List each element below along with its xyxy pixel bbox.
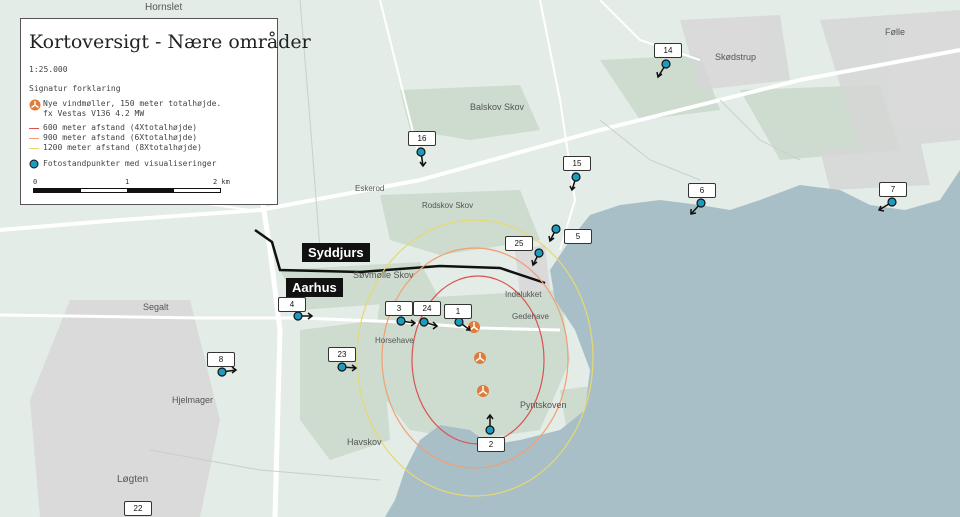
legend-photo-points: Fotostandpunkter med visualiseringer	[43, 159, 217, 168]
legend-dist-600: 600 meter afstand (4Xtotalhøjde)	[43, 123, 198, 132]
legend-item-turbine: Nye vindmøller, 150 meter totalhøjde. fx…	[29, 99, 269, 119]
photo-point-label[interactable]: 4	[278, 297, 306, 312]
photo-point-label[interactable]: 24	[413, 301, 441, 316]
legend-item-600m: 600 meter afstand (4Xtotalhøjde)	[29, 123, 269, 133]
legend-item-photo-points: Fotostandpunkter med visualiseringer	[29, 159, 269, 172]
place-label: Eskerod	[355, 184, 385, 193]
legend-dist-1200: 1200 meter afstand (8Xtotalhøjde)	[43, 143, 202, 152]
place-label: Balskov Skov	[470, 102, 525, 112]
photo-point-label[interactable]: 7	[879, 182, 907, 197]
red-line-icon	[29, 128, 39, 129]
legend-heading: Signatur forklaring	[29, 84, 121, 93]
legend-dist-900: 900 meter afstand (6Xtotalhøjde)	[43, 133, 198, 142]
scale-bar: 0 1 2 km	[29, 178, 269, 204]
place-label: Gedehave	[512, 312, 549, 321]
place-label: Søvmølle Skov	[353, 270, 414, 280]
photo-point-label[interactable]: 15	[563, 156, 591, 171]
legend-item-1200m: 1200 meter afstand (8Xtotalhøjde)	[29, 143, 269, 153]
photo-point-label[interactable]: 16	[408, 131, 436, 146]
place-label: Skødstrup	[715, 52, 757, 62]
place-label: Indelukket	[505, 290, 542, 299]
turbine-icon	[477, 385, 489, 397]
photo-point-label[interactable]: 1	[444, 304, 472, 319]
photo-point-label[interactable]: 3	[385, 301, 413, 316]
map-legend: Kortoversigt - Nære områder 1:25.000 Sig…	[20, 18, 311, 205]
photo-point-label[interactable]: 5	[564, 229, 592, 244]
legend-turbine-line2: fx Vestas V136 4.2 MW	[43, 109, 145, 118]
photo-point-label[interactable]: 23	[328, 347, 356, 362]
turbine-icon	[29, 99, 43, 114]
legend-title: Kortoversigt - Nære områder	[29, 31, 311, 53]
legend-item-900m: 900 meter afstand (6Xtotalhøjde)	[29, 133, 269, 143]
place-label: Segalt	[143, 302, 169, 312]
scalebar-tick-0: 0	[33, 178, 38, 186]
place-label: Havskov	[347, 437, 382, 447]
place-label: Hornslet	[145, 2, 183, 13]
place-label: Pyntskoven	[520, 400, 567, 410]
place-label: Løgten	[117, 474, 149, 485]
photo-point-label[interactable]: 25	[505, 236, 533, 251]
legend-turbine-line1: Nye vindmøller, 150 meter totalhøjde.	[43, 99, 222, 108]
turbine-icon	[474, 352, 486, 364]
orange-line-icon	[29, 138, 39, 139]
scalebar-tick-1: 1	[125, 178, 130, 186]
photo-point-icon	[29, 159, 39, 169]
region-label-syddjurs: Syddjurs	[302, 243, 370, 262]
scalebar-tick-2: 2 km	[213, 178, 230, 186]
photo-point-label[interactable]: 22	[124, 501, 152, 516]
place-label: Hjelmager	[172, 395, 214, 405]
map-scale: 1:25.000	[29, 65, 68, 74]
place-label: Følle	[885, 27, 905, 37]
region-label-aarhus: Aarhus	[286, 278, 343, 297]
photo-point-label[interactable]: 14	[654, 43, 682, 58]
place-label: Horsehave	[375, 336, 414, 345]
place-label: Rodskov Skov	[422, 201, 474, 210]
photo-point-label[interactable]: 2	[477, 437, 505, 452]
photo-point-label[interactable]: 8	[207, 352, 235, 367]
yellow-line-icon	[29, 148, 39, 149]
photo-point-label[interactable]: 6	[688, 183, 716, 198]
